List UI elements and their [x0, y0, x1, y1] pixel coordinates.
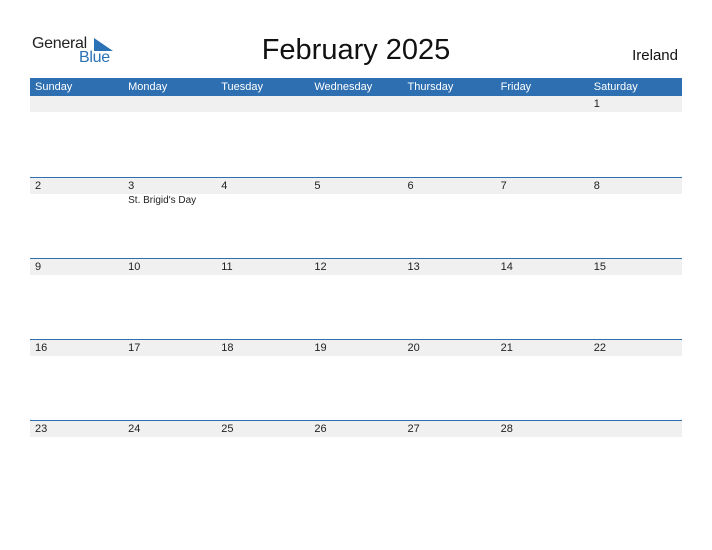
day-number: 5 [314, 180, 321, 192]
day-cell: 24 [123, 421, 216, 437]
week-date-strip: 1 [30, 96, 682, 112]
week-row: 2 3 St. Brigid's Day 4 5 6 7 8 [30, 177, 682, 258]
week-row: 9 10 11 12 13 14 15 [30, 258, 682, 339]
day-cell [30, 96, 123, 112]
week-date-strip: 9 10 11 12 13 14 15 [30, 259, 682, 275]
day-cell: 19 [309, 340, 402, 356]
day-number: 6 [407, 180, 414, 192]
weekday-wednesday: Wednesday [314, 81, 373, 93]
day-cell: 11 [216, 259, 309, 275]
day-cell: 14 [496, 259, 589, 275]
day-cell: 5 [309, 178, 402, 194]
calendar-title: February 2025 [261, 34, 451, 66]
day-number: 2 [35, 180, 42, 192]
day-cell [403, 96, 496, 112]
day-number: 11 [221, 261, 233, 273]
day-number: 20 [407, 342, 420, 354]
day-number: 27 [407, 423, 420, 435]
day-number: 7 [500, 180, 507, 192]
day-cell: 25 [216, 421, 309, 437]
day-number: 8 [593, 180, 600, 192]
day-cell: 23 [30, 421, 123, 437]
day-number: 3 [128, 180, 135, 192]
weekday-header: Sunday Monday Tuesday Wednesday Thursday… [30, 78, 682, 96]
day-cell: 1 [589, 96, 682, 112]
day-cell [309, 96, 402, 112]
day-number: 12 [314, 261, 327, 273]
day-cell [496, 96, 589, 112]
day-cell: 17 [123, 340, 216, 356]
weekday-monday: Monday [128, 81, 168, 93]
day-number: 24 [128, 423, 141, 435]
calendar-grid: Sunday Monday Tuesday Wednesday Thursday… [30, 78, 682, 501]
day-number: 28 [500, 423, 513, 435]
weekday-sunday: Sunday [35, 81, 73, 93]
day-cell [589, 421, 682, 437]
day-cell: 8 [589, 178, 682, 194]
day-cell: 18 [216, 340, 309, 356]
day-number: 26 [314, 423, 327, 435]
day-cell: 27 [403, 421, 496, 437]
week-date-strip: 23 24 25 26 27 28 [30, 421, 682, 437]
week-row: 1 [30, 96, 682, 177]
day-cell: 26 [309, 421, 402, 437]
country-label: Ireland [632, 47, 678, 64]
day-number: 21 [500, 342, 513, 354]
day-cell: 20 [403, 340, 496, 356]
weekday-tuesday: Tuesday [221, 81, 264, 93]
weekday-thursday: Thursday [407, 81, 454, 93]
day-number: 17 [128, 342, 141, 354]
weeks-container: 1 2 3 St. Brigid's Day 4 5 6 7 8 9 10 11 12 13 14 15 16 1… [30, 96, 682, 501]
day-cell: 12 [309, 259, 402, 275]
day-number: 25 [221, 423, 234, 435]
day-number: 19 [314, 342, 327, 354]
week-date-strip: 2 3 St. Brigid's Day 4 5 6 7 8 [30, 178, 682, 206]
holiday-label: St. Brigid's Day [128, 195, 197, 206]
day-number: 10 [128, 261, 141, 273]
day-number: 18 [221, 342, 234, 354]
day-cell: 13 [403, 259, 496, 275]
weekday-friday: Friday [500, 81, 532, 93]
weekday-saturday: Saturday [593, 81, 638, 93]
day-cell: 15 [589, 259, 682, 275]
day-number: 9 [35, 261, 42, 273]
week-row: 16 17 18 19 20 21 22 [30, 339, 682, 420]
day-number: 4 [221, 180, 228, 192]
day-cell: 2 [30, 178, 123, 194]
week-row: 23 24 25 26 27 28 [30, 420, 682, 501]
day-cell: 28 [496, 421, 589, 437]
day-cell: 21 [496, 340, 589, 356]
day-number: 1 [593, 98, 600, 110]
day-number: 14 [500, 261, 513, 273]
day-number: 23 [35, 423, 48, 435]
day-cell: 6 [403, 178, 496, 194]
day-cell [216, 96, 309, 112]
day-cell [123, 96, 216, 112]
week-date-strip: 16 17 18 19 20 21 22 [30, 340, 682, 356]
day-cell: 7 [496, 178, 589, 194]
day-number: 22 [593, 342, 606, 354]
day-cell: 4 [216, 178, 309, 194]
day-cell: 22 [589, 340, 682, 356]
day-cell: 3 St. Brigid's Day [123, 178, 216, 206]
day-number: 13 [407, 261, 420, 273]
day-number: 16 [35, 342, 48, 354]
day-cell: 10 [123, 259, 216, 275]
day-cell: 9 [30, 259, 123, 275]
day-number: 15 [593, 261, 606, 273]
day-cell: 16 [30, 340, 123, 356]
